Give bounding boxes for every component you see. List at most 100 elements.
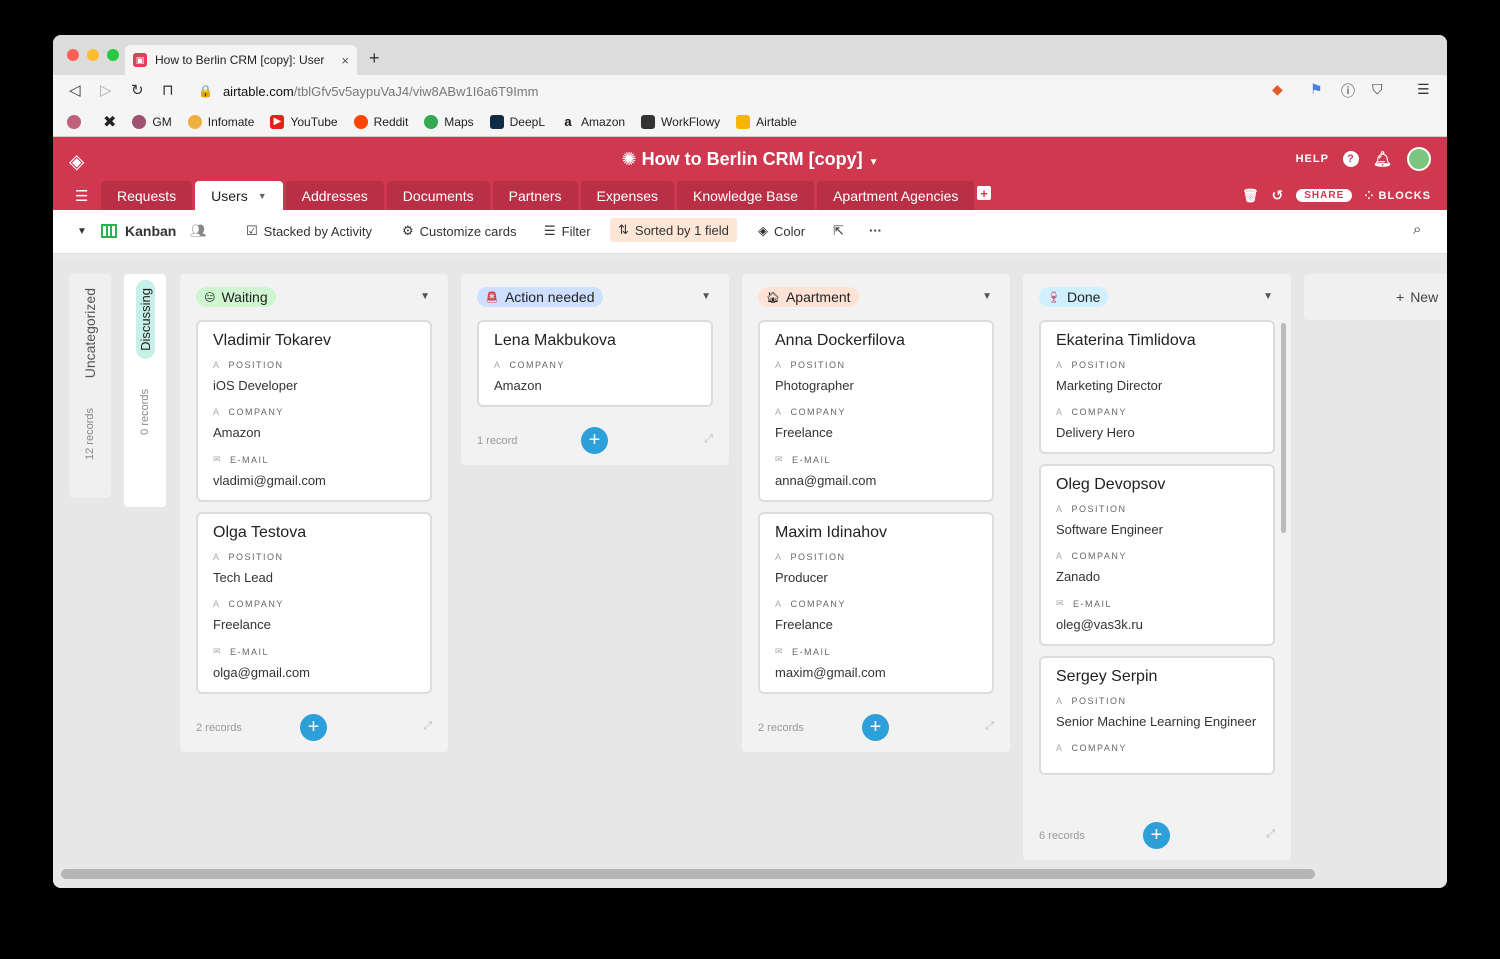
forward-icon[interactable]: ▷ bbox=[100, 81, 112, 99]
tab-addresses[interactable]: Addresses bbox=[285, 181, 384, 210]
app-header: ◈ ✺ How to Berlin CRM [copy] ▼ HELP ? 🔔︎ bbox=[53, 137, 1447, 181]
color-button[interactable]: ◈ Color bbox=[758, 223, 805, 239]
chevron-down-icon[interactable]: ▼ bbox=[982, 291, 992, 302]
record-card[interactable]: Maxim Idinahov A POSITION Producer A COMPA… bbox=[758, 512, 994, 694]
collaborators-icon[interactable]: 👥︎ bbox=[190, 223, 207, 239]
record-card[interactable]: Sergey Serpin A POSITION Senior Machine L… bbox=[1039, 656, 1275, 775]
tab-expenses[interactable]: Expenses bbox=[580, 181, 675, 210]
search-icon[interactable]: ⌕ bbox=[1413, 221, 1421, 238]
text-field-icon: A bbox=[1056, 360, 1064, 370]
bookmark-profile[interactable] bbox=[67, 114, 87, 129]
record-card[interactable]: Olga Testova A POSITION Tech Lead A COMPAN… bbox=[196, 512, 432, 694]
close-window-button[interactable] bbox=[67, 49, 79, 61]
reload-icon[interactable]: ↻ bbox=[131, 81, 144, 99]
maps-pin-icon bbox=[424, 114, 439, 129]
expand-icon[interactable]: ⤢ bbox=[985, 720, 994, 733]
base-title-button[interactable]: ✺ How to Berlin CRM [copy] ▼ bbox=[53, 149, 1447, 170]
stack-scrollbar[interactable] bbox=[1281, 323, 1286, 533]
add-record-button[interactable]: + bbox=[1143, 822, 1170, 849]
stacked-by-button[interactable]: ☑ Stacked by Activity bbox=[246, 223, 372, 239]
record-card[interactable]: Ekaterina Timlidova A POSITION Marketing … bbox=[1039, 320, 1275, 454]
bookmark-reddit[interactable]: Reddit bbox=[353, 114, 408, 129]
customize-cards-button[interactable]: ⚙ Customize cards bbox=[402, 223, 516, 239]
menu-icon[interactable]: ☰ bbox=[1417, 81, 1430, 98]
bookmark-workflowy[interactable]: WorkFlowy bbox=[641, 114, 720, 129]
tab-users[interactable]: Users ▼ bbox=[195, 181, 283, 210]
stack-cards: Ekaterina Timlidova A POSITION Marketing … bbox=[1023, 320, 1291, 812]
close-tab-icon[interactable]: × bbox=[341, 53, 349, 68]
translate-icon[interactable]: ⚑ bbox=[1310, 81, 1323, 98]
filter-button[interactable]: ☰ Filter bbox=[544, 223, 591, 239]
brave-shield-icon[interactable]: ◆ bbox=[1272, 81, 1283, 98]
tab-documents[interactable]: Documents bbox=[386, 181, 490, 210]
view-toolbar: ▼ Kanban 👥︎ ☑ Stacked by Activity ⚙ Custom… bbox=[53, 210, 1447, 254]
stack-discussing[interactable]: Discussing 0 records bbox=[124, 274, 166, 507]
zoom-window-button[interactable] bbox=[107, 49, 119, 61]
record-card[interactable]: Oleg Devopsov A POSITION Software Enginee… bbox=[1039, 464, 1275, 646]
share-button[interactable]: SHARE bbox=[1296, 189, 1353, 202]
bookmark-deepl[interactable]: DeepL bbox=[489, 114, 545, 129]
history-icon[interactable]: ↺ bbox=[1272, 187, 1285, 204]
stack-header[interactable]: 😑 Waiting ▼ bbox=[180, 274, 448, 320]
tab-label: Knowledge Base bbox=[693, 187, 799, 204]
bookmark-infomate[interactable]: Infomate bbox=[187, 114, 254, 129]
record-card[interactable]: Vladimir Tokarev A POSITION iOS Developer… bbox=[196, 320, 432, 502]
bookmark-youtube[interactable]: ▶ YouTube bbox=[270, 114, 338, 129]
bookmark-gm[interactable]: GM bbox=[132, 114, 172, 129]
record-card[interactable]: Lena Makbukova A COMPANY Amazon bbox=[477, 320, 713, 407]
blocks-button[interactable]: ⁘ BLOCKS bbox=[1364, 189, 1431, 202]
expand-icon[interactable]: ⤢ bbox=[423, 720, 432, 733]
add-record-button[interactable]: + bbox=[862, 714, 889, 741]
view-switcher[interactable]: Kanban bbox=[101, 223, 176, 239]
bookmark-maps[interactable]: Maps bbox=[424, 114, 474, 129]
pocket-icon[interactable]: ⛉ bbox=[1372, 81, 1383, 98]
chevron-down-icon[interactable]: ▼ bbox=[258, 191, 267, 201]
text-field-icon: A bbox=[213, 360, 221, 370]
add-record-button[interactable]: + bbox=[581, 427, 608, 454]
expand-icon[interactable]: ⤢ bbox=[704, 433, 713, 446]
sort-button[interactable]: ⇅ Sorted by 1 field bbox=[610, 218, 737, 242]
bookmark-airtable[interactable]: Airtable bbox=[736, 114, 797, 129]
amazon-icon: a bbox=[564, 114, 572, 129]
stack-header[interactable]: 🍷︎ Done ▼ bbox=[1023, 274, 1291, 320]
stack-title: Apartment bbox=[785, 289, 851, 305]
tab-requests[interactable]: Requests bbox=[101, 181, 193, 210]
stack-uncategorized[interactable]: Uncategorized 12 records bbox=[69, 274, 111, 498]
back-icon[interactable]: ◁ bbox=[69, 81, 81, 99]
browser-tab[interactable]: ▣ How to Berlin CRM [copy]: User × bbox=[125, 45, 357, 75]
add-record-button[interactable]: + bbox=[300, 714, 327, 741]
question-icon[interactable]: ? bbox=[1342, 151, 1359, 167]
chevron-down-icon[interactable]: ▼ bbox=[701, 291, 711, 302]
bookmark-x[interactable]: ✖ bbox=[103, 112, 116, 132]
tab-partners[interactable]: Partners bbox=[492, 181, 578, 210]
expand-icon[interactable]: ⤢ bbox=[1266, 828, 1275, 841]
new-stack-button[interactable]: + New bbox=[1304, 274, 1447, 320]
position-value: Marketing Director bbox=[1056, 378, 1163, 393]
horizontal-scrollbar[interactable] bbox=[61, 869, 1315, 879]
url-field[interactable]: 🔒 airtable.com /tblGfv5v5aypuVaJ4/viw8AB… bbox=[198, 79, 1258, 103]
plus-icon: + bbox=[1396, 289, 1405, 305]
hamburger-icon[interactable]: ☰ bbox=[75, 187, 88, 205]
more-options-button[interactable]: ··· bbox=[869, 223, 882, 238]
views-toggle-icon[interactable]: ▼ bbox=[77, 226, 87, 237]
bookmark-amazon[interactable]: a Amazon bbox=[561, 114, 625, 129]
field-label: A POSITION bbox=[1056, 360, 1258, 370]
help-button[interactable]: HELP bbox=[1296, 153, 1329, 165]
tab-knowledge-base[interactable]: Knowledge Base bbox=[677, 181, 815, 210]
field-label: A POSITION bbox=[775, 360, 977, 370]
bookmark-icon[interactable]: ⊓ bbox=[162, 81, 174, 99]
record-card[interactable]: Anna Dockerfilova A POSITION Photographer… bbox=[758, 320, 994, 502]
bell-icon[interactable]: 🔔︎ bbox=[1373, 150, 1393, 168]
info-icon[interactable]: ⓘ bbox=[1341, 81, 1355, 101]
minimize-window-button[interactable] bbox=[87, 49, 99, 61]
stack-header[interactable]: 🚨︎ Action needed ▼ bbox=[461, 274, 729, 320]
chevron-down-icon[interactable]: ▼ bbox=[420, 291, 430, 302]
share-view-icon[interactable]: ⇱ bbox=[833, 223, 844, 239]
chevron-down-icon[interactable]: ▼ bbox=[1263, 291, 1273, 302]
new-tab-button[interactable]: + bbox=[369, 48, 380, 69]
tab-apartment-agencies[interactable]: Apartment Agencies bbox=[817, 181, 975, 210]
trash-icon[interactable]: 🗑︎ bbox=[1242, 188, 1260, 204]
avatar[interactable] bbox=[1407, 147, 1431, 171]
add-table-icon[interactable]: + bbox=[977, 186, 991, 201]
stack-header[interactable]: 🏠︎ Apartment ▼ bbox=[742, 274, 1010, 320]
